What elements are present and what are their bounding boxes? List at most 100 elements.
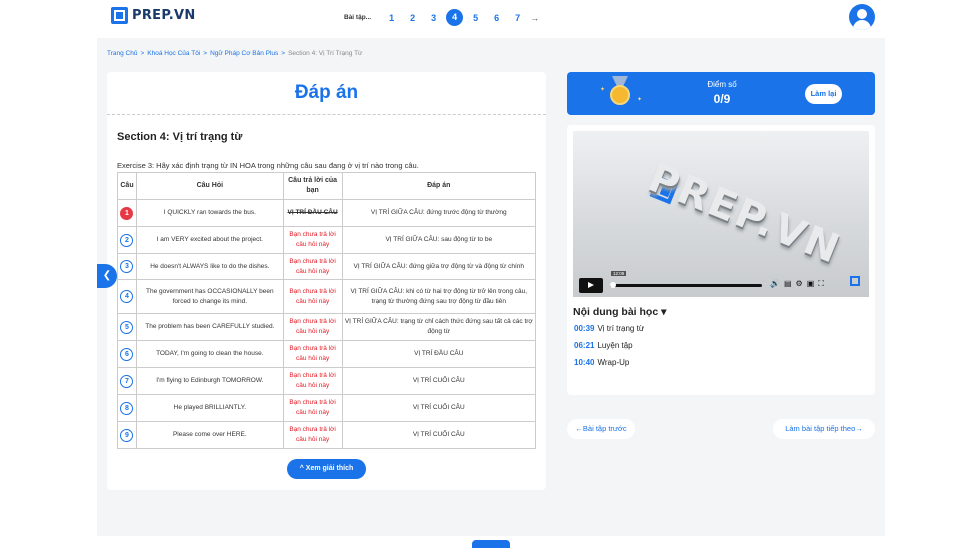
col-header-your-answer: Câu trả lời của bạn (282, 172, 343, 200)
question-number-badge[interactable]: 9 (120, 428, 134, 442)
breadcrumb: Trang Chủ > Khoá Học Của Tôi > Ngữ Pháp … (107, 50, 362, 57)
question-cell: TODAY, I'm going to clean the house. (135, 340, 284, 368)
lesson-timestamp[interactable]: 10:40 (574, 358, 594, 367)
lesson-item[interactable]: 10:40 Wrap-Up (574, 358, 629, 367)
logo-text: PREP.VN (132, 8, 196, 23)
sparkle-icon: ✦ (637, 97, 643, 103)
channel-logo-icon[interactable] (850, 276, 860, 286)
page-1[interactable]: 1 (381, 13, 402, 23)
lesson-label: Luyện tập (597, 341, 633, 350)
lesson-label: Vị trí trạng từ (597, 324, 645, 333)
row-number-cell: 6 (117, 340, 137, 368)
question-number-badge[interactable]: 7 (120, 374, 134, 388)
breadcrumb-separator: > (281, 50, 286, 57)
correct-answer-cell: VỊ TRÍ GIỮA CÂU: đứng giữa trợ động từ v… (341, 253, 537, 280)
question-cell: I QUICKLY ran towards the bus. (135, 199, 284, 227)
question-number-badge[interactable]: 3 (120, 260, 134, 273)
row-number-cell: 3 (117, 253, 137, 280)
row-number-cell: 9 (117, 421, 137, 449)
your-answer-cell: VỊ TRÍ ĐẦU CÂU (282, 199, 343, 227)
captions-icon[interactable]: ▤ (784, 279, 792, 289)
user-avatar[interactable] (849, 4, 875, 30)
table-row: 1I QUICKLY ran towards the bus. VỊ TRÍ ĐẦ… (117, 199, 537, 227)
breadcrumb-course[interactable]: Ngữ Pháp Cơ Bản Plus (210, 50, 278, 57)
lesson-label: Wrap-Up (597, 358, 630, 367)
previous-exercise-button[interactable]: ←Bài tập trước (567, 419, 635, 439)
correct-answer-cell: VỊ TRÍ GIỮA CÂU: đứng trước động từ thườ… (341, 199, 537, 227)
pager-label: Bài tập... (344, 14, 372, 21)
score-value: 0/9 (713, 92, 731, 106)
your-answer-cell: Bạn chưa trả lời câu hỏi này (282, 340, 343, 368)
lesson-timestamp[interactable]: 00:39 (574, 324, 594, 333)
your-answer-cell: Bạn chưa trả lời câu hỏi này (282, 394, 343, 422)
correct-answer-cell: VỊ TRÍ CUỐI CÂU (341, 394, 537, 422)
row-number-cell: 7 (117, 367, 137, 395)
breadcrumb-current: Section 4: Vị Trí Trạng Từ (288, 50, 363, 57)
your-answer-cell: Bạn chưa trả lời câu hỏi này (282, 253, 343, 280)
table-row: 9 Please come over HERE. Bạn chưa trả lời … (117, 421, 537, 449)
pager-next-arrow-icon[interactable]: → (530, 13, 539, 23)
table-row: 6 TODAY, I'm going to clean the house. Bạn… (117, 340, 537, 368)
question-cell: The government has OCCASIONALLY been for… (135, 279, 284, 314)
bottom-tab-button[interactable] (472, 540, 510, 548)
question-number-badge[interactable]: 8 (120, 401, 134, 415)
question-cell: He doesn't ALWAYS like to do the dishes. (135, 253, 284, 280)
volume-icon[interactable]: 🔊 (770, 279, 780, 289)
your-answer-cell: Bạn chưa trả lời câu hỏi này (282, 226, 343, 254)
section-title: Section 4: Vị trí trạng từ (117, 131, 243, 143)
exercise-instruction: Exercise 3: Hãy xác định trạng từ IN HOA… (117, 161, 419, 170)
fullscreen-icon[interactable]: ⛶ (818, 279, 824, 289)
your-answer-cell: Bạn chưa trả lời câu hỏi này (282, 421, 343, 449)
question-cell: The problem has been CAREFULLY studied. (135, 313, 284, 341)
progress-knob[interactable] (610, 282, 616, 288)
your-answer-cell: Bạn chưa trả lời câu hỏi này (282, 279, 343, 314)
correct-answer-cell: VỊ TRÍ ĐẦU CÂU (341, 340, 537, 368)
prep-logo[interactable]: PREP.VN (111, 7, 196, 24)
breadcrumb-separator: > (140, 50, 145, 57)
breadcrumb-home[interactable]: Trang Chủ (107, 50, 137, 57)
lesson-item[interactable]: 06:21 Luyện tập (574, 341, 633, 350)
table-row: 2I am VERY excited about the project. Bạn… (117, 226, 537, 254)
table-row: 8 He played BRILLIANTLY. Bạn chưa trả lời … (117, 394, 537, 422)
table-header-row: Câu Câu Hỏi Câu trả lời của bạn Đáp án (117, 172, 537, 200)
question-number-badge[interactable]: 2 (120, 233, 134, 247)
correct-answer-cell: VỊ TRÍ GIỮA CÂU: trạng từ chỉ cách thức … (341, 313, 537, 341)
row-number-cell: 4 (117, 279, 137, 314)
top-header: PREP.VN Bài tập... 1 2 3 4 5 6 7 → (0, 0, 969, 36)
video-time-tooltip: 12:09 (611, 271, 627, 276)
next-exercise-button[interactable]: Làm bài tập tiếp theo→ (773, 419, 875, 439)
col-header-question: Câu Hỏi (135, 172, 284, 200)
miniplayer-icon[interactable]: ▣ (807, 279, 815, 289)
breadcrumb-my-courses[interactable]: Khoá Học Của Tôi (147, 50, 200, 57)
page-5[interactable]: 5 (465, 13, 486, 23)
lesson-item[interactable]: 00:39 Vị trí trạng từ (574, 324, 644, 333)
table-row: 4 The government has OCCASIONALLY been fo… (117, 279, 537, 314)
col-header-answer: Đáp án (341, 172, 537, 200)
answer-table: Câu Câu Hỏi Câu trả lời của bạn Đáp án 1… (117, 172, 537, 449)
retry-button[interactable]: Làm lại (805, 84, 842, 104)
page-4-active[interactable]: 4 (446, 9, 464, 26)
show-explanation-button[interactable]: ^ Xem giải thích (287, 459, 366, 479)
question-cell: I am VERY excited about the project. (135, 226, 284, 254)
correct-answer-cell: VỊ TRÍ CUỐI CÂU (341, 421, 537, 449)
question-cell: He played BRILLIANTLY. (135, 394, 284, 422)
question-number-badge[interactable]: 6 (120, 347, 134, 361)
panel-divider (107, 114, 546, 115)
page-6[interactable]: 6 (486, 13, 507, 23)
settings-gear-icon[interactable]: ⚙ (796, 279, 803, 289)
table-row: 7 I'm flying to Edinburgh TOMORROW. Bạn ch… (117, 367, 537, 395)
play-icon[interactable] (579, 278, 603, 293)
sparkle-icon: ✦ (600, 87, 606, 93)
page-7[interactable]: 7 (507, 13, 528, 23)
lesson-content-title[interactable]: Nội dung bài học ▾ (573, 306, 666, 318)
page-3[interactable]: 3 (423, 13, 444, 23)
score-label: Điểm số (707, 80, 737, 89)
table-row: 5 The problem has been CAREFULLY studied.… (117, 313, 537, 341)
page-2[interactable]: 2 (402, 13, 423, 23)
question-number-badge[interactable]: 1 (120, 206, 134, 220)
answer-panel: Đáp án Section 4: Vị trí trạng từ Exerci… (107, 72, 546, 490)
video-progress-bar[interactable] (610, 282, 762, 288)
lesson-timestamp[interactable]: 06:21 (574, 341, 594, 350)
question-number-badge[interactable]: 5 (120, 320, 134, 334)
question-number-badge[interactable]: 4 (120, 290, 134, 303)
